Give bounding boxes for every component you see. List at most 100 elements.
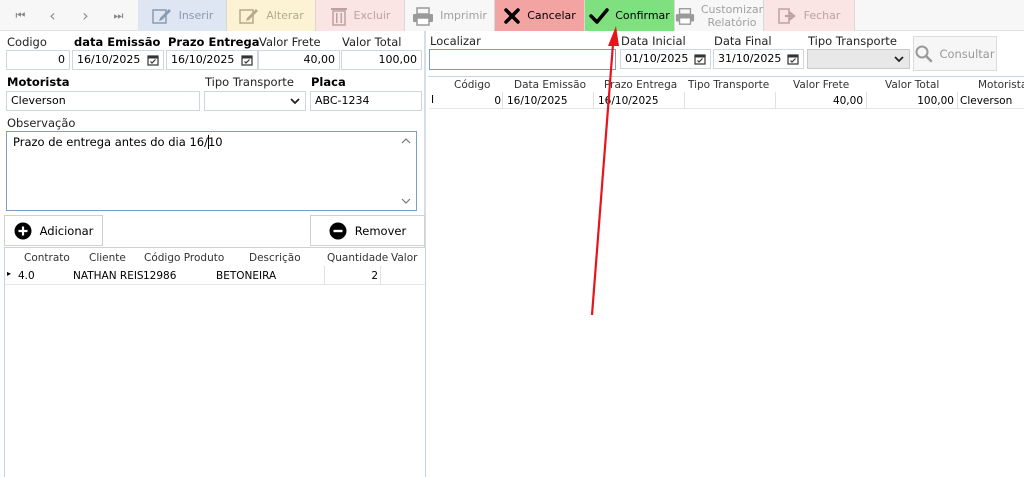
result-valor-total: 100,00: [917, 95, 954, 107]
nav-last-button[interactable]: ⏭: [102, 0, 135, 31]
item-quantidade: 2: [371, 270, 378, 282]
alter-label: Alterar: [266, 9, 304, 22]
column-divider: [957, 92, 958, 109]
data-emissao-value: 16/10/2025: [77, 53, 141, 66]
localizar-label: Localizar: [430, 34, 481, 48]
cancel-button[interactable]: Cancelar: [495, 0, 585, 31]
results-header-valor-frete[interactable]: Valor Frete: [793, 79, 849, 91]
trash-icon: [330, 7, 347, 26]
results-header-valor-total[interactable]: Valor Total: [885, 79, 939, 91]
column-divider: [380, 266, 381, 285]
edit-icon: [239, 8, 259, 24]
nav-first-button[interactable]: ⏮: [4, 0, 37, 31]
items-header-codigo-produto[interactable]: Código Produto: [144, 252, 224, 264]
tipo-transporte-select[interactable]: [204, 91, 306, 111]
customize-report-label: Customizar Relatório: [701, 3, 763, 29]
edit-icon: [151, 8, 171, 24]
print-button[interactable]: Imprimir: [405, 0, 495, 31]
data-final-label: Data Final: [714, 34, 772, 48]
motorista-field[interactable]: Cleverson: [6, 91, 200, 111]
results-header-tipo-transporte[interactable]: Tipo Transporte: [688, 79, 769, 91]
chevron-down-icon: [290, 98, 300, 105]
data-final-value: 31/10/2025: [718, 52, 782, 65]
placa-field[interactable]: ABC-1234: [310, 91, 422, 111]
customize-report-button[interactable]: Customizar Relatório: [675, 0, 764, 31]
data-inicial-field[interactable]: 01/10/2025: [620, 49, 711, 69]
printer-icon: [675, 7, 694, 25]
alter-button[interactable]: Alterar: [227, 0, 316, 31]
prazo-entrega-value: 16/10/2025: [171, 53, 235, 66]
print-label: Imprimir: [440, 9, 487, 22]
chevron-down-icon: [894, 56, 904, 63]
data-final-field[interactable]: 31/10/2025: [713, 49, 804, 69]
result-codigo: 0: [494, 95, 501, 107]
codigo-field[interactable]: 0: [6, 50, 70, 70]
close-button[interactable]: Fechar: [764, 0, 855, 31]
row-indicator-icon: I: [431, 94, 435, 106]
remove-button[interactable]: Remover: [310, 215, 425, 246]
results-header-data-emissao[interactable]: Data Emissão: [514, 79, 586, 91]
customize-label-line2: Relatório: [707, 15, 757, 29]
prev-record-icon: ‹: [49, 6, 56, 25]
results-header-codigo[interactable]: Código: [454, 79, 490, 91]
prazo-entrega-label: Prazo Entrega: [168, 35, 260, 49]
search-tipo-transporte-select[interactable]: [807, 49, 910, 69]
items-header-contrato[interactable]: Contrato: [24, 252, 70, 264]
exit-icon: [777, 7, 796, 24]
insert-label: Inserir: [178, 9, 214, 22]
scroll-down-icon[interactable]: [401, 198, 411, 205]
text-cursor: [208, 135, 209, 149]
results-header-prazo-entrega[interactable]: Prazo Entrega: [604, 79, 677, 91]
items-header-descricao[interactable]: Descrição: [249, 252, 301, 264]
calendar-icon[interactable]: [147, 54, 159, 66]
column-divider: [866, 92, 867, 109]
close-icon: [504, 7, 520, 24]
column-divider: [502, 92, 503, 109]
printer-icon: [413, 6, 434, 26]
nav-prev-button[interactable]: ‹: [36, 0, 69, 31]
valor-frete-field[interactable]: 40,00: [258, 50, 340, 70]
observacao-label: Observação: [7, 116, 76, 130]
column-divider: [775, 92, 776, 109]
plus-circle-icon: [14, 222, 32, 239]
column-divider: [324, 266, 325, 285]
customize-label-line1: Customizar: [700, 2, 764, 16]
motorista-label: Motorista: [7, 75, 70, 89]
valor-total-label: Valor Total: [342, 35, 402, 49]
result-prazo-entrega: 16/10/2025: [598, 95, 659, 107]
calendar-icon[interactable]: [241, 54, 253, 66]
consultar-label: Consultar: [939, 46, 995, 61]
minus-circle-icon: [329, 222, 347, 239]
valor-total-field[interactable]: 100,00: [341, 50, 422, 70]
confirm-label: Confirmar: [615, 9, 670, 22]
results-header-motorista[interactable]: Motorista: [978, 79, 1024, 91]
calendar-icon[interactable]: [694, 53, 706, 65]
next-record-icon: ›: [82, 6, 89, 25]
observacao-textarea[interactable]: Prazo de entrega antes do dia 16/10: [6, 131, 417, 211]
localizar-input[interactable]: [429, 49, 616, 70]
last-record-icon: ⏭: [113, 8, 124, 22]
add-label: Adicionar: [39, 223, 94, 238]
check-icon: [589, 7, 609, 24]
data-inicial-value: 01/10/2025: [625, 52, 689, 65]
nav-next-button[interactable]: ›: [69, 0, 102, 31]
item-codigo-produto: 12986: [143, 270, 177, 282]
row-indicator-icon: ▸: [7, 269, 12, 278]
items-header-cliente[interactable]: Cliente: [89, 252, 126, 264]
prazo-entrega-field[interactable]: 16/10/2025: [166, 50, 258, 70]
consultar-button[interactable]: Consultar: [913, 36, 997, 71]
data-emissao-field[interactable]: 16/10/2025: [72, 50, 164, 70]
confirm-button[interactable]: Confirmar: [585, 0, 675, 31]
delete-button[interactable]: Excluir: [316, 0, 405, 31]
add-button[interactable]: Adicionar: [4, 215, 103, 246]
result-valor-frete: 40,00: [832, 95, 863, 107]
items-header-valor[interactable]: Valor: [391, 252, 417, 264]
result-data-emissao: 16/10/2025: [507, 95, 568, 107]
column-divider: [593, 92, 594, 109]
results-grid[interactable]: [428, 76, 1024, 477]
insert-button[interactable]: Inserir: [138, 0, 227, 31]
scroll-up-icon[interactable]: [401, 137, 411, 144]
items-header-quantidade[interactable]: Quantidade: [327, 252, 388, 264]
observacao-value: Prazo de entrega antes do dia 16/10: [13, 135, 223, 149]
calendar-icon[interactable]: [787, 53, 799, 65]
